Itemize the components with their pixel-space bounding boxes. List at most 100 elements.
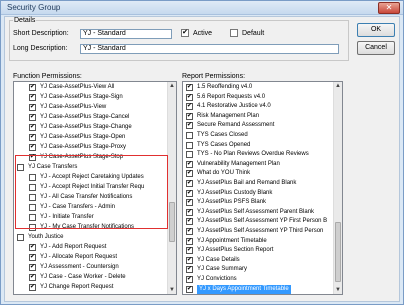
permission-checkbox[interactable] [186, 132, 193, 139]
function-permissions-list[interactable]: ✔ YJ Change Report Request ✔ YJ Case - Case… [13, 81, 177, 295]
scroll-down-icon[interactable]: ▼ [334, 286, 342, 294]
function-permission-row[interactable]: ✔ YJ Case-AssetPlus-View All [14, 83, 164, 92]
function-permission-row[interactable]: ✔ YJ Case - Case Worker - Delete [14, 273, 164, 282]
permission-checkbox[interactable]: ✔ [186, 189, 193, 197]
permission-checkbox[interactable]: ✔ [186, 228, 193, 235]
permission-checkbox[interactable]: ✔ [186, 122, 193, 130]
report-permission-row[interactable]: ✔ YJ Appointment Timetable [183, 237, 333, 246]
function-permission-row[interactable]: ✔ YJ - Allocate Report Request [14, 253, 164, 262]
report-permission-row[interactable]: TYS Cases Opened [183, 141, 333, 150]
permission-checkbox[interactable] [17, 234, 24, 241]
ok-button[interactable]: OK [357, 23, 395, 37]
function-permission-row[interactable]: YJ Case Transfers [14, 163, 164, 172]
permission-checkbox[interactable] [29, 184, 36, 191]
cancel-button[interactable]: Cancel [357, 41, 395, 55]
report-permission-row[interactable]: ✔ 5.6 Report Requests v4.0 [183, 93, 333, 102]
permission-checkbox[interactable]: ✔ [186, 112, 193, 120]
permission-checkbox[interactable] [186, 151, 193, 159]
scroll-up-icon[interactable]: ▲ [168, 82, 176, 90]
function-permission-row[interactable]: YJ - My Case Transfer Notifications [14, 223, 164, 232]
permission-checkbox[interactable] [29, 194, 36, 201]
permission-checkbox[interactable]: ✔ [186, 256, 193, 264]
scroll-down-icon[interactable]: ▼ [168, 286, 176, 294]
permission-checkbox[interactable]: ✔ [186, 160, 193, 168]
report-permission-row[interactable]: ✔ YJ AssetPlus Bail and Remand Blank [183, 179, 333, 188]
permission-checkbox[interactable]: ✔ [29, 144, 36, 151]
permission-checkbox[interactable]: ✔ [186, 276, 193, 283]
scroll-thumb[interactable] [335, 222, 341, 282]
permission-checkbox[interactable]: ✔ [186, 247, 193, 255]
permission-checkbox[interactable]: ✔ [29, 134, 36, 141]
report-permission-row[interactable]: ✔ What do YOU Think [183, 169, 333, 178]
function-permission-row[interactable]: ✔ YJ Case-AssetPlus Stage-Proxy [14, 143, 164, 152]
permission-checkbox[interactable]: ✔ [186, 237, 193, 245]
long-description-input[interactable]: YJ - Standard [80, 44, 339, 54]
report-permission-row[interactable]: ✔ YJ AssetPlus PSFS Blank [183, 198, 333, 207]
permission-checkbox[interactable]: ✔ [186, 208, 193, 216]
function-permission-row[interactable]: ✔ YJ Change Report Request [14, 283, 164, 292]
permission-checkbox[interactable]: ✔ [29, 104, 36, 111]
permission-checkbox[interactable]: ✔ [186, 218, 193, 226]
function-permission-row[interactable]: ✔ YJ Case-AssetPlus Stage-Stop [14, 153, 164, 162]
report-permission-row[interactable]: ✔ Secure Remand Assessment [183, 121, 333, 130]
permission-checkbox[interactable]: ✔ [29, 94, 36, 101]
function-permission-row[interactable]: ✔ YJ Case-AssetPlus Stage-Sign [14, 93, 164, 102]
permission-checkbox[interactable] [29, 204, 36, 211]
function-permission-row[interactable]: YJ - All Case Transfer Notifications [14, 193, 164, 202]
permission-checkbox[interactable]: ✔ [186, 84, 193, 91]
report-list-scrollbar[interactable]: ▲ ▼ [333, 82, 342, 294]
permission-checkbox[interactable]: ✔ [186, 199, 193, 207]
scroll-thumb[interactable] [169, 202, 175, 242]
report-permission-row[interactable]: ✔ Risk Management Plan [183, 112, 333, 121]
report-permission-row[interactable]: TYS - No Plan Reviews Overdue Reviews [183, 150, 333, 159]
report-permission-row[interactable]: ✔ YJ Convictions [183, 275, 333, 284]
function-permission-row[interactable]: YJ - Case Transfers - Admin [14, 203, 164, 212]
report-permission-row[interactable]: TYS Cases Closed [183, 131, 333, 140]
report-permission-row[interactable]: ✔ YJ AssetPlus Custody Blank [183, 189, 333, 198]
report-permission-row[interactable]: ✔ YJ AssetPlus Section Report [183, 246, 333, 255]
close-button[interactable]: ✕ [378, 2, 400, 14]
permission-checkbox[interactable] [29, 174, 36, 181]
report-permission-row[interactable]: ✔ YJ AssetPlus Self Assessment Parent Bla… [183, 208, 333, 217]
function-permission-row[interactable]: ✔ YJ - Add Report Request [14, 243, 164, 252]
report-permissions-list[interactable]: ✔ YJ x Days Appointment Timetable ✔ YJ Conv… [182, 81, 343, 295]
permission-checkbox[interactable] [29, 224, 36, 231]
permission-checkbox[interactable]: ✔ [29, 124, 36, 131]
title-bar[interactable]: Security Group ✕ [1, 1, 403, 15]
report-permission-row[interactable]: ✔ Vulnerability Management Plan [183, 160, 333, 169]
permission-checkbox[interactable]: ✔ [29, 154, 36, 161]
function-permission-row[interactable]: Youth Justice [14, 233, 164, 242]
permission-checkbox[interactable] [17, 164, 24, 171]
permission-checkbox[interactable]: ✔ [186, 180, 193, 187]
function-permission-row[interactable]: ✔ YJ Case-AssetPlus Stage-Open [14, 133, 164, 142]
permission-checkbox[interactable]: ✔ [29, 264, 36, 271]
permission-checkbox[interactable]: ✔ [29, 244, 36, 251]
default-checkbox[interactable] [230, 29, 238, 37]
report-permission-row[interactable]: ✔ YJ Case Details [183, 256, 333, 265]
permission-checkbox[interactable]: ✔ [29, 114, 36, 121]
function-permission-row[interactable]: ✔ YJ Case-AssetPlus-View [14, 103, 164, 112]
function-permission-row[interactable]: ✔ YJ Case-AssetPlus Stage-Change [14, 123, 164, 132]
permission-checkbox[interactable]: ✔ [29, 284, 36, 291]
permission-checkbox[interactable]: ✔ [29, 274, 36, 281]
function-permission-row[interactable]: YJ - Initiate Transfer [14, 213, 164, 222]
permission-checkbox[interactable] [29, 214, 36, 221]
permission-checkbox[interactable]: ✔ [186, 285, 193, 293]
permission-checkbox[interactable]: ✔ [29, 84, 36, 91]
permission-checkbox[interactable]: ✔ [186, 170, 193, 178]
short-description-input[interactable]: YJ - Standard [80, 29, 172, 39]
scroll-up-icon[interactable]: ▲ [334, 82, 342, 90]
permission-checkbox[interactable]: ✔ [186, 93, 193, 101]
function-permission-row[interactable]: YJ - Accept Reject Initial Transfer Requ [14, 183, 164, 192]
active-checkbox[interactable]: ✔ [181, 29, 189, 37]
function-permission-row[interactable]: ✔ YJ Case-AssetPlus Stage-Cancel [14, 113, 164, 122]
function-permission-row[interactable]: YJ - Accept Reject Caretaking Updates [14, 173, 164, 182]
permission-checkbox[interactable]: ✔ [186, 103, 193, 111]
report-permission-row[interactable]: ✔ YJ AssetPlus Self Assessment YP First P… [183, 217, 333, 226]
permission-checkbox[interactable] [186, 141, 193, 149]
report-permission-row[interactable]: ✔ 4.1 Restorative Justice v4.0 [183, 102, 333, 111]
permission-checkbox[interactable]: ✔ [186, 266, 193, 274]
report-permission-row[interactable]: ✔ YJ AssetPlus Self Assessment YP Third P… [183, 227, 333, 236]
report-permission-row[interactable]: ✔ 1.5 Reoffending v4.0 [183, 83, 333, 92]
report-permission-row[interactable]: ✔ YJ Case Summary [183, 265, 333, 274]
